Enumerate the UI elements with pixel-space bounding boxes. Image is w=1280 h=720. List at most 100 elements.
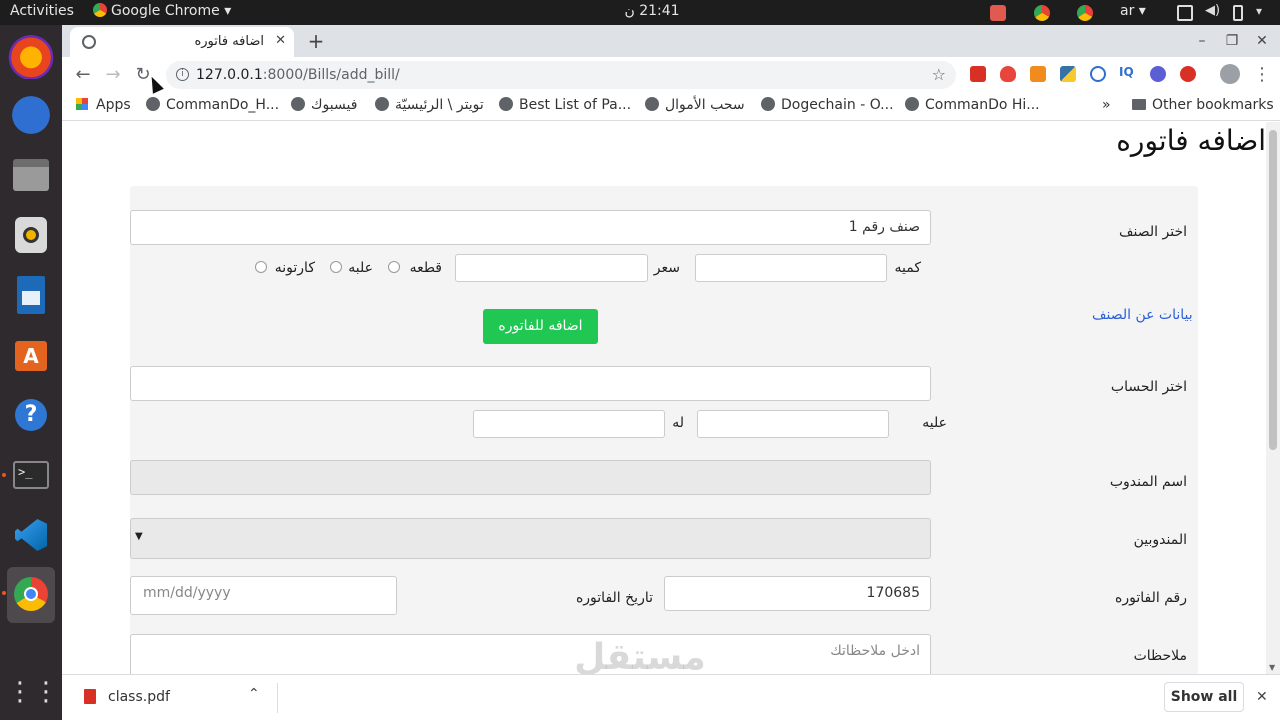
software-center-icon[interactable]: A [7,331,55,379]
firefox-icon[interactable] [7,31,55,79]
tab-strip: اضافه فاتوره ✕ + – ❐ ✕ [62,25,1280,57]
info-extension-icon[interactable] [1090,66,1106,82]
rhythmbox-icon[interactable] [7,211,55,259]
minimize-button[interactable]: – [1192,31,1212,51]
rep-name-input[interactable] [130,460,931,495]
show-applications-icon[interactable]: ⋮⋮⋮ [7,670,85,718]
bookmark-item[interactable]: تويتر \ الرئيسيّة [375,97,484,113]
restore-button[interactable]: ❐ [1222,31,1242,51]
invoice-number-label: رقم الفاتوره [1115,590,1187,606]
globe-icon [82,35,96,49]
thunderbird-icon[interactable] [7,91,55,139]
credit-input[interactable] [473,410,665,438]
volume-icon[interactable]: ◀) [1205,3,1221,19]
globe-icon [761,97,775,111]
iq-extension-icon[interactable]: IQ [1119,65,1135,81]
new-tab-button[interactable]: + [306,31,326,51]
chrome-icon [93,3,107,17]
screen-record-icon[interactable] [990,5,1006,21]
profile-avatar[interactable] [1220,64,1240,84]
date-placeholder: mm/dd/yyyy [143,585,231,601]
vscode-icon[interactable] [7,511,55,559]
activities-button[interactable]: Activities [10,3,74,19]
chevron-down-icon: ▾ [224,3,232,19]
chevron-up-icon[interactable]: ⌃ [248,686,260,702]
invoice-date-label: تاريخ الفاتوره [575,590,653,606]
unit-option-label: علبه [348,260,373,276]
chrome-tray-icon[interactable] [1077,5,1093,21]
bookmark-item[interactable]: Dogechain - O... [761,97,894,113]
price-label: سعر [653,260,680,276]
item-details-link[interactable]: بيانات عن الصنف [1092,307,1193,323]
bookmark-item[interactable]: فيسبوك [291,97,357,113]
scrollbar-thumb[interactable] [1269,130,1277,450]
chrome-dock-icon[interactable] [7,567,55,623]
bookmarks-overflow-icon[interactable]: » [1102,97,1111,113]
keyboard-layout-indicator[interactable]: ar ▾ [1120,3,1146,19]
files-icon[interactable] [7,151,55,199]
dock: A ? >_ ⋮⋮⋮ [0,25,85,720]
dropdown-arrow-icon: ▼ [135,531,143,542]
writer-icon[interactable] [7,271,55,319]
bookmark-item[interactable]: CommanDo Hi... [905,97,1040,113]
price-input[interactable] [455,254,648,282]
download-file-name: class.pdf [108,689,170,705]
chrome-menu-icon[interactable]: ⋮ [1250,63,1274,87]
unit-radio-carton[interactable] [255,261,267,273]
page-scrollbar[interactable]: ▼ [1266,122,1280,674]
quantity-label: كميه [894,260,922,276]
app-menu[interactable]: Google Chrome ▾ [93,3,231,19]
quantity-input[interactable] [695,254,887,282]
debit-input[interactable] [697,410,889,438]
globe-icon [905,97,919,111]
download-item[interactable]: class.pdf ⌃ [76,683,278,713]
battery-icon[interactable] [1233,5,1243,21]
unit-option-label: كارتونه [274,260,315,276]
notes-textarea[interactable]: ادخل ملاحظاتك [130,634,931,674]
unit-radio-box[interactable] [330,261,342,273]
bookmark-item[interactable]: Best List of Pa... [499,97,631,113]
help-icon[interactable]: ? [7,391,55,439]
info-icon: i [176,68,189,81]
tab-active[interactable]: اضافه فاتوره ✕ [70,27,294,57]
show-all-button[interactable]: Show all [1164,682,1244,712]
adblock-extension-icon[interactable] [1180,66,1196,82]
globe-icon [146,97,160,111]
unit-radio-piece[interactable] [388,261,400,273]
web-page: اضافه فاتوره اختر الصنف صنف رقم 1 كميه س… [62,122,1266,674]
account-select[interactable] [130,366,931,401]
close-window-button[interactable]: ✕ [1252,31,1272,51]
running-indicator [2,591,6,595]
running-indicator [2,473,6,477]
add-to-bill-button[interactable]: اضافه للفاتوره [483,309,598,344]
close-download-bar-icon[interactable]: ✕ [1256,689,1268,705]
invoice-number-input[interactable]: 170685 [664,576,931,611]
bookmark-star-icon[interactable]: ☆ [932,65,946,84]
globe-icon [291,97,305,111]
folder-icon [1132,99,1146,110]
back-arrow-icon[interactable]: ← [71,63,95,87]
scroll-down-arrow-icon[interactable]: ▼ [1269,663,1275,672]
bookmark-item[interactable]: CommanDo_H... [146,97,279,113]
power-menu-icon[interactable]: ▾ [1256,4,1272,20]
gmail-extension-icon[interactable] [970,66,986,82]
bookmark-apps[interactable]: Apps [76,97,131,113]
reps-select[interactable]: ▼ [130,518,931,559]
chrome-tray-icon[interactable] [1034,5,1050,21]
network-icon[interactable] [1177,5,1193,21]
item-select[interactable]: صنف رقم 1 [130,210,931,245]
extension-icon[interactable] [1150,66,1166,82]
terminal-icon[interactable]: >_ [7,451,55,499]
shield-extension-icon[interactable] [1000,66,1016,82]
clock[interactable]: 21:41 ن [612,3,692,19]
address-bar[interactable]: i 127.0.0.1:8000/Bills/add_bill/ ☆ [166,61,956,89]
invoice-date-input[interactable]: mm/dd/yyyy [130,576,397,615]
forward-arrow-icon[interactable]: → [101,63,125,87]
bookmark-other[interactable]: Other bookmarks [1132,97,1274,113]
extension-icon[interactable] [1030,66,1046,82]
bookmark-item[interactable]: سحب الأموال [645,97,745,113]
globe-icon [499,97,513,111]
unit-option-label: قطعه [409,260,442,276]
python-extension-icon[interactable] [1060,66,1076,82]
close-tab-icon[interactable]: ✕ [275,33,286,48]
